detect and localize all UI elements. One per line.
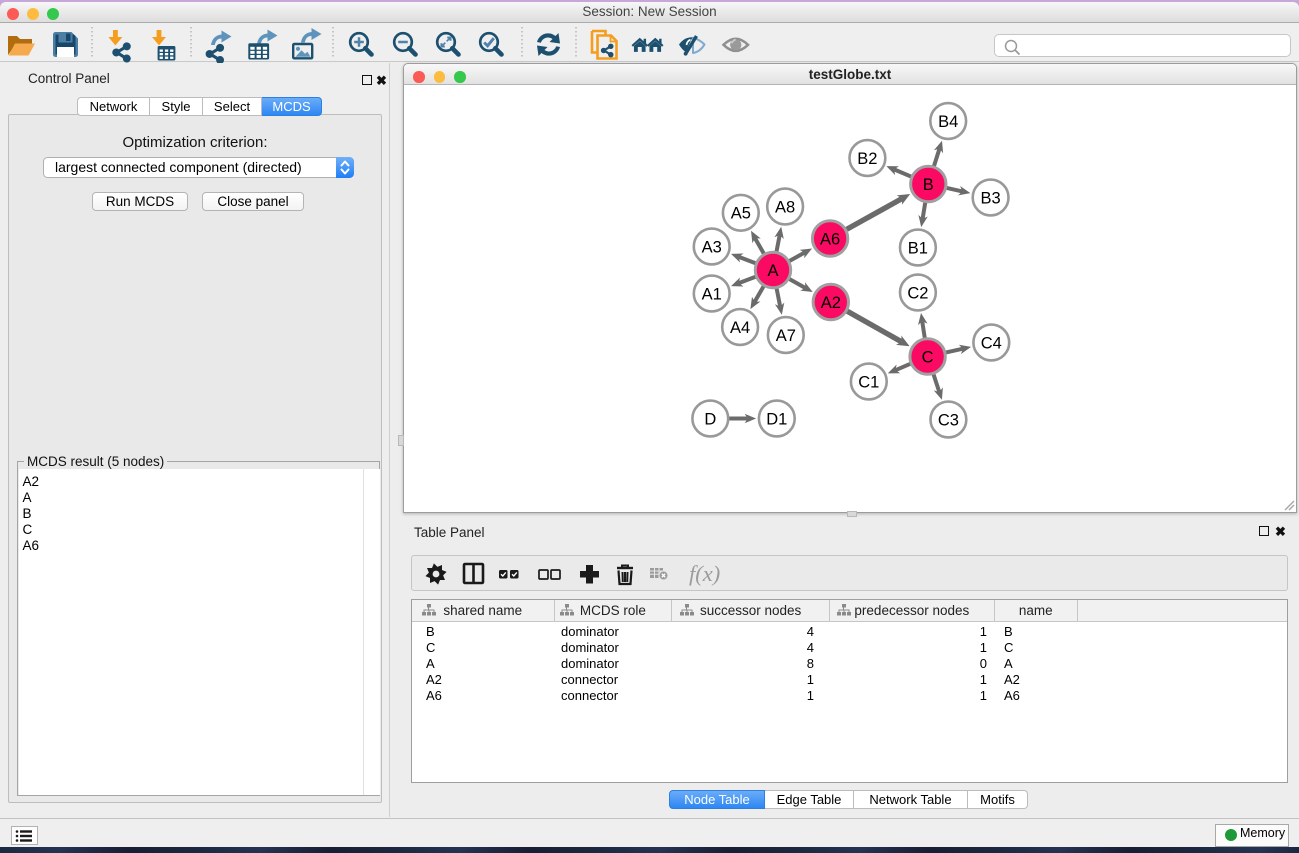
svg-text:A5: A5 [731,205,751,223]
svg-text:B2: B2 [857,150,877,168]
svg-text:B1: B1 [908,239,928,257]
svg-text:C: C [922,348,934,366]
svg-text:C1: C1 [858,373,879,391]
svg-text:A7: A7 [776,327,796,345]
svg-text:C3: C3 [938,411,959,429]
svg-text:B: B [923,176,934,194]
svg-text:A2: A2 [821,294,841,312]
svg-text:A1: A1 [702,285,722,303]
svg-text:A8: A8 [775,198,795,216]
svg-text:A: A [767,262,778,280]
svg-text:A4: A4 [730,319,750,337]
svg-text:B3: B3 [981,189,1001,207]
svg-text:C4: C4 [981,334,1002,352]
svg-text:A6: A6 [820,230,840,248]
svg-text:B4: B4 [938,113,958,131]
svg-text:D1: D1 [766,410,787,428]
svg-text:C2: C2 [907,284,928,302]
svg-text:D: D [704,410,716,428]
svg-text:A3: A3 [702,238,722,256]
